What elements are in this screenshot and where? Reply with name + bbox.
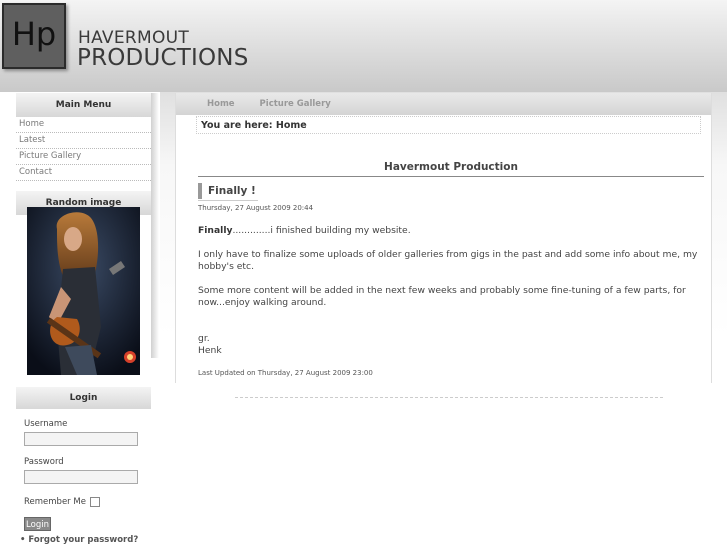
left-column: Main Menu Home Latest Picture Gallery Co… [16,93,151,375]
content-separator [235,397,663,398]
main-content: Home Picture Gallery You are here: Home … [175,93,712,383]
article-p1-bold: Finally [198,225,233,236]
topnav-home[interactable]: Home [207,93,235,115]
main-menu: Home Latest Picture Gallery Contact [16,117,151,181]
remember-me-checkbox[interactable] [90,497,100,507]
article-last-updated: Last Updated on Thursday, 27 August 2009… [198,369,373,377]
bullet-icon: • [20,535,26,545]
article-date: Thursday, 27 August 2009 20:44 [198,204,314,212]
article-p1-rest: .............i finished building my webs… [232,225,411,236]
article-signoff-2: Henk [198,345,222,356]
menu-item-latest[interactable]: Latest [16,133,151,149]
password-input[interactable] [24,470,138,484]
article-paragraph-3: Some more content will be added in the n… [198,285,686,308]
article-paragraph-2: I only have to finalize some uploads of … [198,249,698,272]
forgot-password-text: Forgot your password? [28,535,139,545]
username-label: Username [24,419,68,429]
article-title-underline [198,200,258,201]
article-title[interactable]: Finally ! [198,183,256,199]
left-column-shadow [151,93,159,358]
article-signoff-1: gr. [198,333,210,344]
logo-text: Hp [11,15,57,53]
page-title: Havermout Production [198,161,704,177]
username-input[interactable] [24,432,138,446]
random-guitarist-image[interactable] [27,207,140,375]
login-title: Login [16,387,151,409]
topnav-picture-gallery[interactable]: Picture Gallery [260,93,331,115]
brand-line-2: PRODUCTIONS [77,45,249,71]
login-button[interactable]: Login [24,517,51,531]
breadcrumb: You are here: Home [196,116,701,134]
remember-me-label: Remember Me [24,497,86,507]
menu-item-contact[interactable]: Contact [16,165,151,181]
site-header: Hp HAVERMOUT PRODUCTIONS [0,0,727,92]
site-logo[interactable]: Hp [2,3,66,69]
main-menu-title: Main Menu [16,93,151,117]
forgot-password-link[interactable]: • Forgot your password? [20,535,138,545]
menu-item-picture-gallery[interactable]: Picture Gallery [16,149,151,165]
password-label: Password [24,457,64,467]
top-navigation: Home Picture Gallery [176,93,711,115]
menu-item-home[interactable]: Home [16,117,151,133]
article-paragraph-1: Finally.............i finished building … [198,225,703,237]
